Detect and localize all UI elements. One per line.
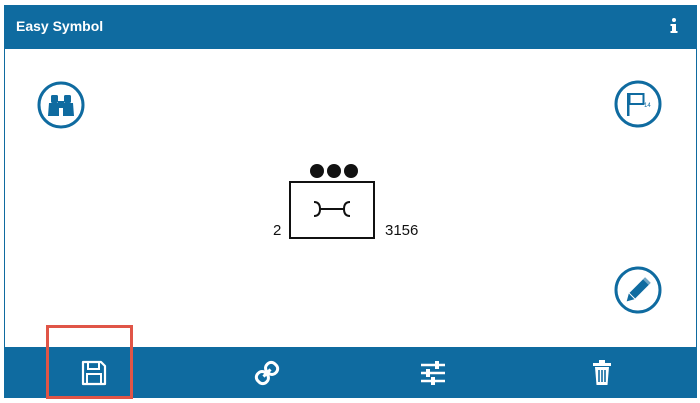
link-icon bbox=[254, 360, 280, 385]
trash-icon bbox=[593, 359, 611, 385]
link-button[interactable] bbox=[222, 347, 312, 398]
wrench-icon bbox=[313, 201, 351, 217]
settings-button[interactable] bbox=[388, 347, 478, 398]
selection-highlight bbox=[46, 325, 133, 399]
status-dot bbox=[344, 164, 358, 178]
delete-button[interactable] bbox=[557, 347, 647, 398]
sliders-icon bbox=[421, 360, 445, 385]
symbol-left-label: 2 bbox=[273, 222, 282, 239]
status-dot bbox=[327, 164, 341, 178]
status-dot bbox=[310, 164, 324, 178]
symbol-right-label: 3156 bbox=[385, 222, 419, 239]
